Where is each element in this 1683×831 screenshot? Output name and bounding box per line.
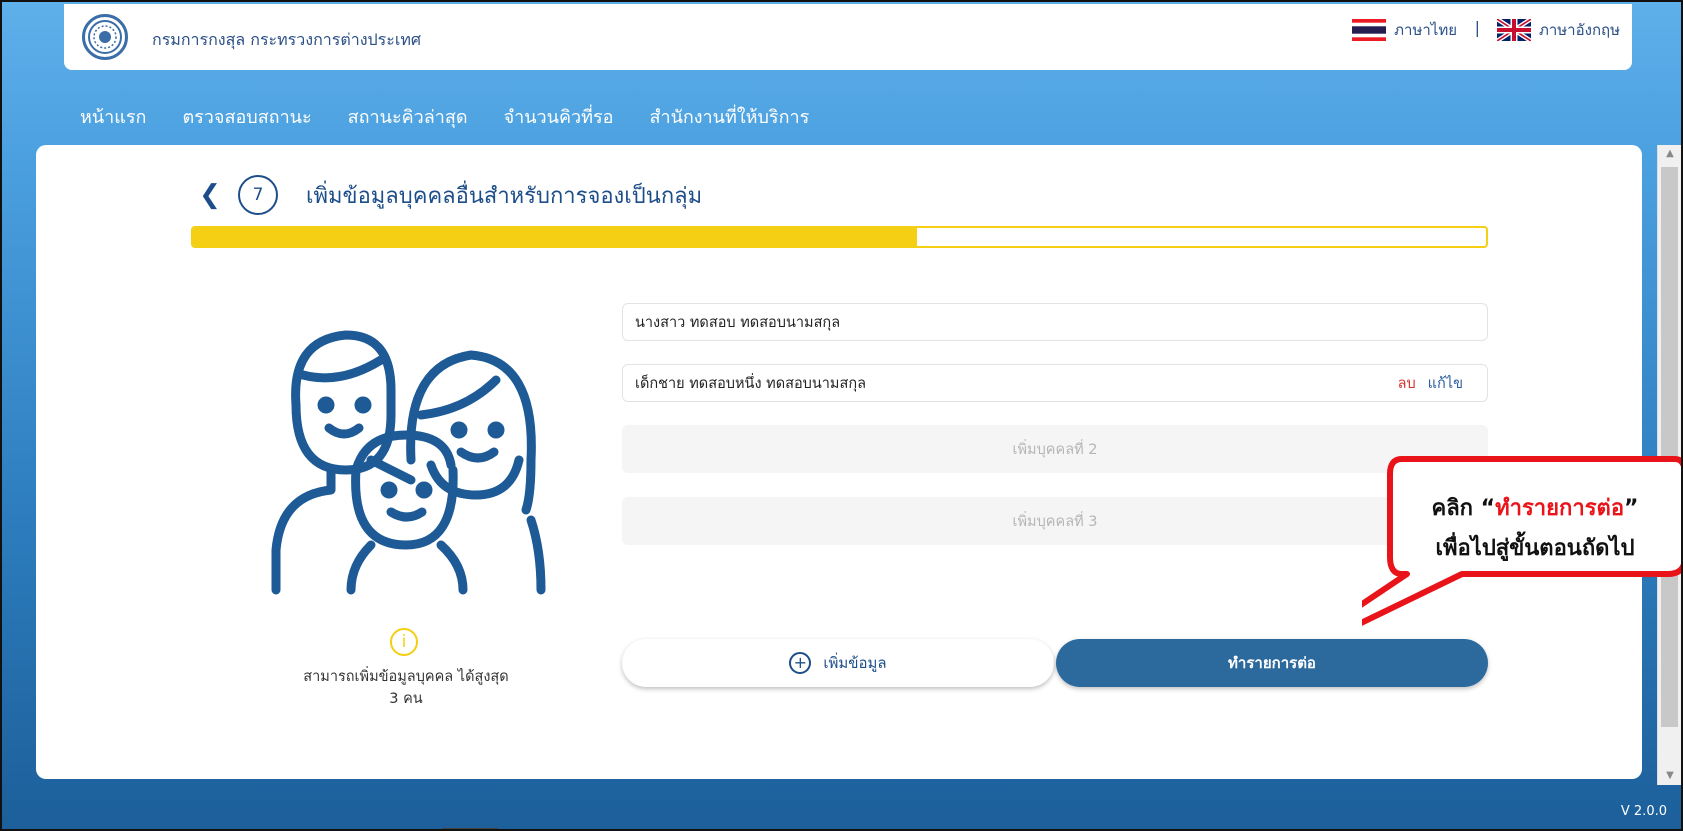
lang-thai-button[interactable]: ภาษาไทย [1352,18,1457,42]
lang-thai-label: ภาษาไทย [1394,21,1457,39]
nav-item-check-status[interactable]: ตรวจสอบสถานะ [182,102,311,131]
nav-item-service-offices[interactable]: สำนักงานที่ให้บริการ [649,102,809,131]
callout-line2: เพื่อไปสู่ขั้นตอนถัดไป [1435,536,1635,561]
delete-person-link[interactable]: ลบ [1398,372,1416,395]
version-label: V 2.0.0 [1620,804,1667,819]
main-nav: หน้าแรก ตรวจสอบสถานะ สถานะคิวล่าสุด จำนว… [80,102,809,131]
nav-item-home[interactable]: หน้าแรก [80,102,146,131]
ministry-seal-logo [82,14,128,60]
callout-suffix: ” [1624,496,1639,521]
info-text: สามารถเพิ่มข้อมูลบุคคล ได้สูงสุด 3 คน [256,666,556,710]
add-info-label: เพิ่มข้อมูล [823,654,887,672]
person-row-actions: ลบ แก้ไข [1398,372,1463,395]
progress-bar [191,226,1488,248]
person-row[interactable]: เด็กชาย ทดสอบหนึ่ง ทดสอบนามสกุล ลบ แก้ไข [622,364,1488,402]
person-name: เด็กชาย ทดสอบหนึ่ง ทดสอบนามสกุล [635,375,867,392]
family-illustration [271,330,546,595]
person-row[interactable]: นางสาว ทดสอบ ทดสอบนามสกุล [622,303,1488,341]
scroll-down-icon[interactable]: ▼ [1658,767,1681,785]
nav-item-waiting-queue[interactable]: จำนวนคิวที่รอ [504,102,614,131]
lang-english-button[interactable]: ภาษาอังกฤษ [1496,18,1620,42]
callout-prefix: คลิก “ [1431,496,1496,521]
add-person-slot-3[interactable]: เพิ่มบุคคลที่ 3 [622,497,1488,545]
callout-text: คลิก “ทำรายการต่อ” เพื่อไปสู่ขั้นตอนถัดไ… [1390,489,1680,569]
org-name: กรมการกงสุล กระทรวงการต่างประเทศ [152,30,422,49]
lang-separator: | [1474,18,1480,37]
back-chevron-icon[interactable]: ❮ [196,180,224,210]
app-window: กรมการกงสุล กระทรวงการต่างประเทศ ภาษาไทย… [0,0,1683,831]
page-header: ❮ 7 เพิ่มข้อมูลบุคคลอื่นสำหรับการจองเป็น… [196,175,702,215]
add-person-slot-2[interactable]: เพิ่มบุคคลที่ 2 [622,425,1488,473]
nav-item-latest-queue[interactable]: สถานะคิวล่าสุด [348,102,468,131]
uk-flag-icon [1496,19,1531,41]
info-text-line2: 3 คน [389,691,423,707]
callout-line1: คลิก “ทำรายการต่อ” [1390,489,1680,529]
top-header-bar: กรมการกงสุล กระทรวงการต่างประเทศ ภาษาไทย… [64,4,1632,70]
callout-highlight: ทำรายการต่อ [1495,496,1625,521]
lang-english-label: ภาษาอังกฤษ [1538,21,1620,39]
thai-flag-icon [1352,19,1387,41]
step-number-badge: 7 [238,175,278,215]
add-info-button[interactable]: + เพิ่มข้อมูล [622,639,1054,687]
info-icon: i [390,628,418,656]
edit-person-link[interactable]: แก้ไข [1428,372,1463,395]
page-title: เพิ่มข้อมูลบุคคลอื่นสำหรับการจองเป็นกลุ่… [306,183,703,209]
scroll-up-icon[interactable]: ▲ [1658,145,1681,163]
progress-bar-fill [193,228,918,246]
info-text-line1: สามารถเพิ่มข้อมูลบุคคล ได้สูงสุด [303,669,509,685]
plus-circle-icon: + [789,652,812,674]
person-name: นางสาว ทดสอบ ทดสอบนามสกุล [635,314,841,331]
